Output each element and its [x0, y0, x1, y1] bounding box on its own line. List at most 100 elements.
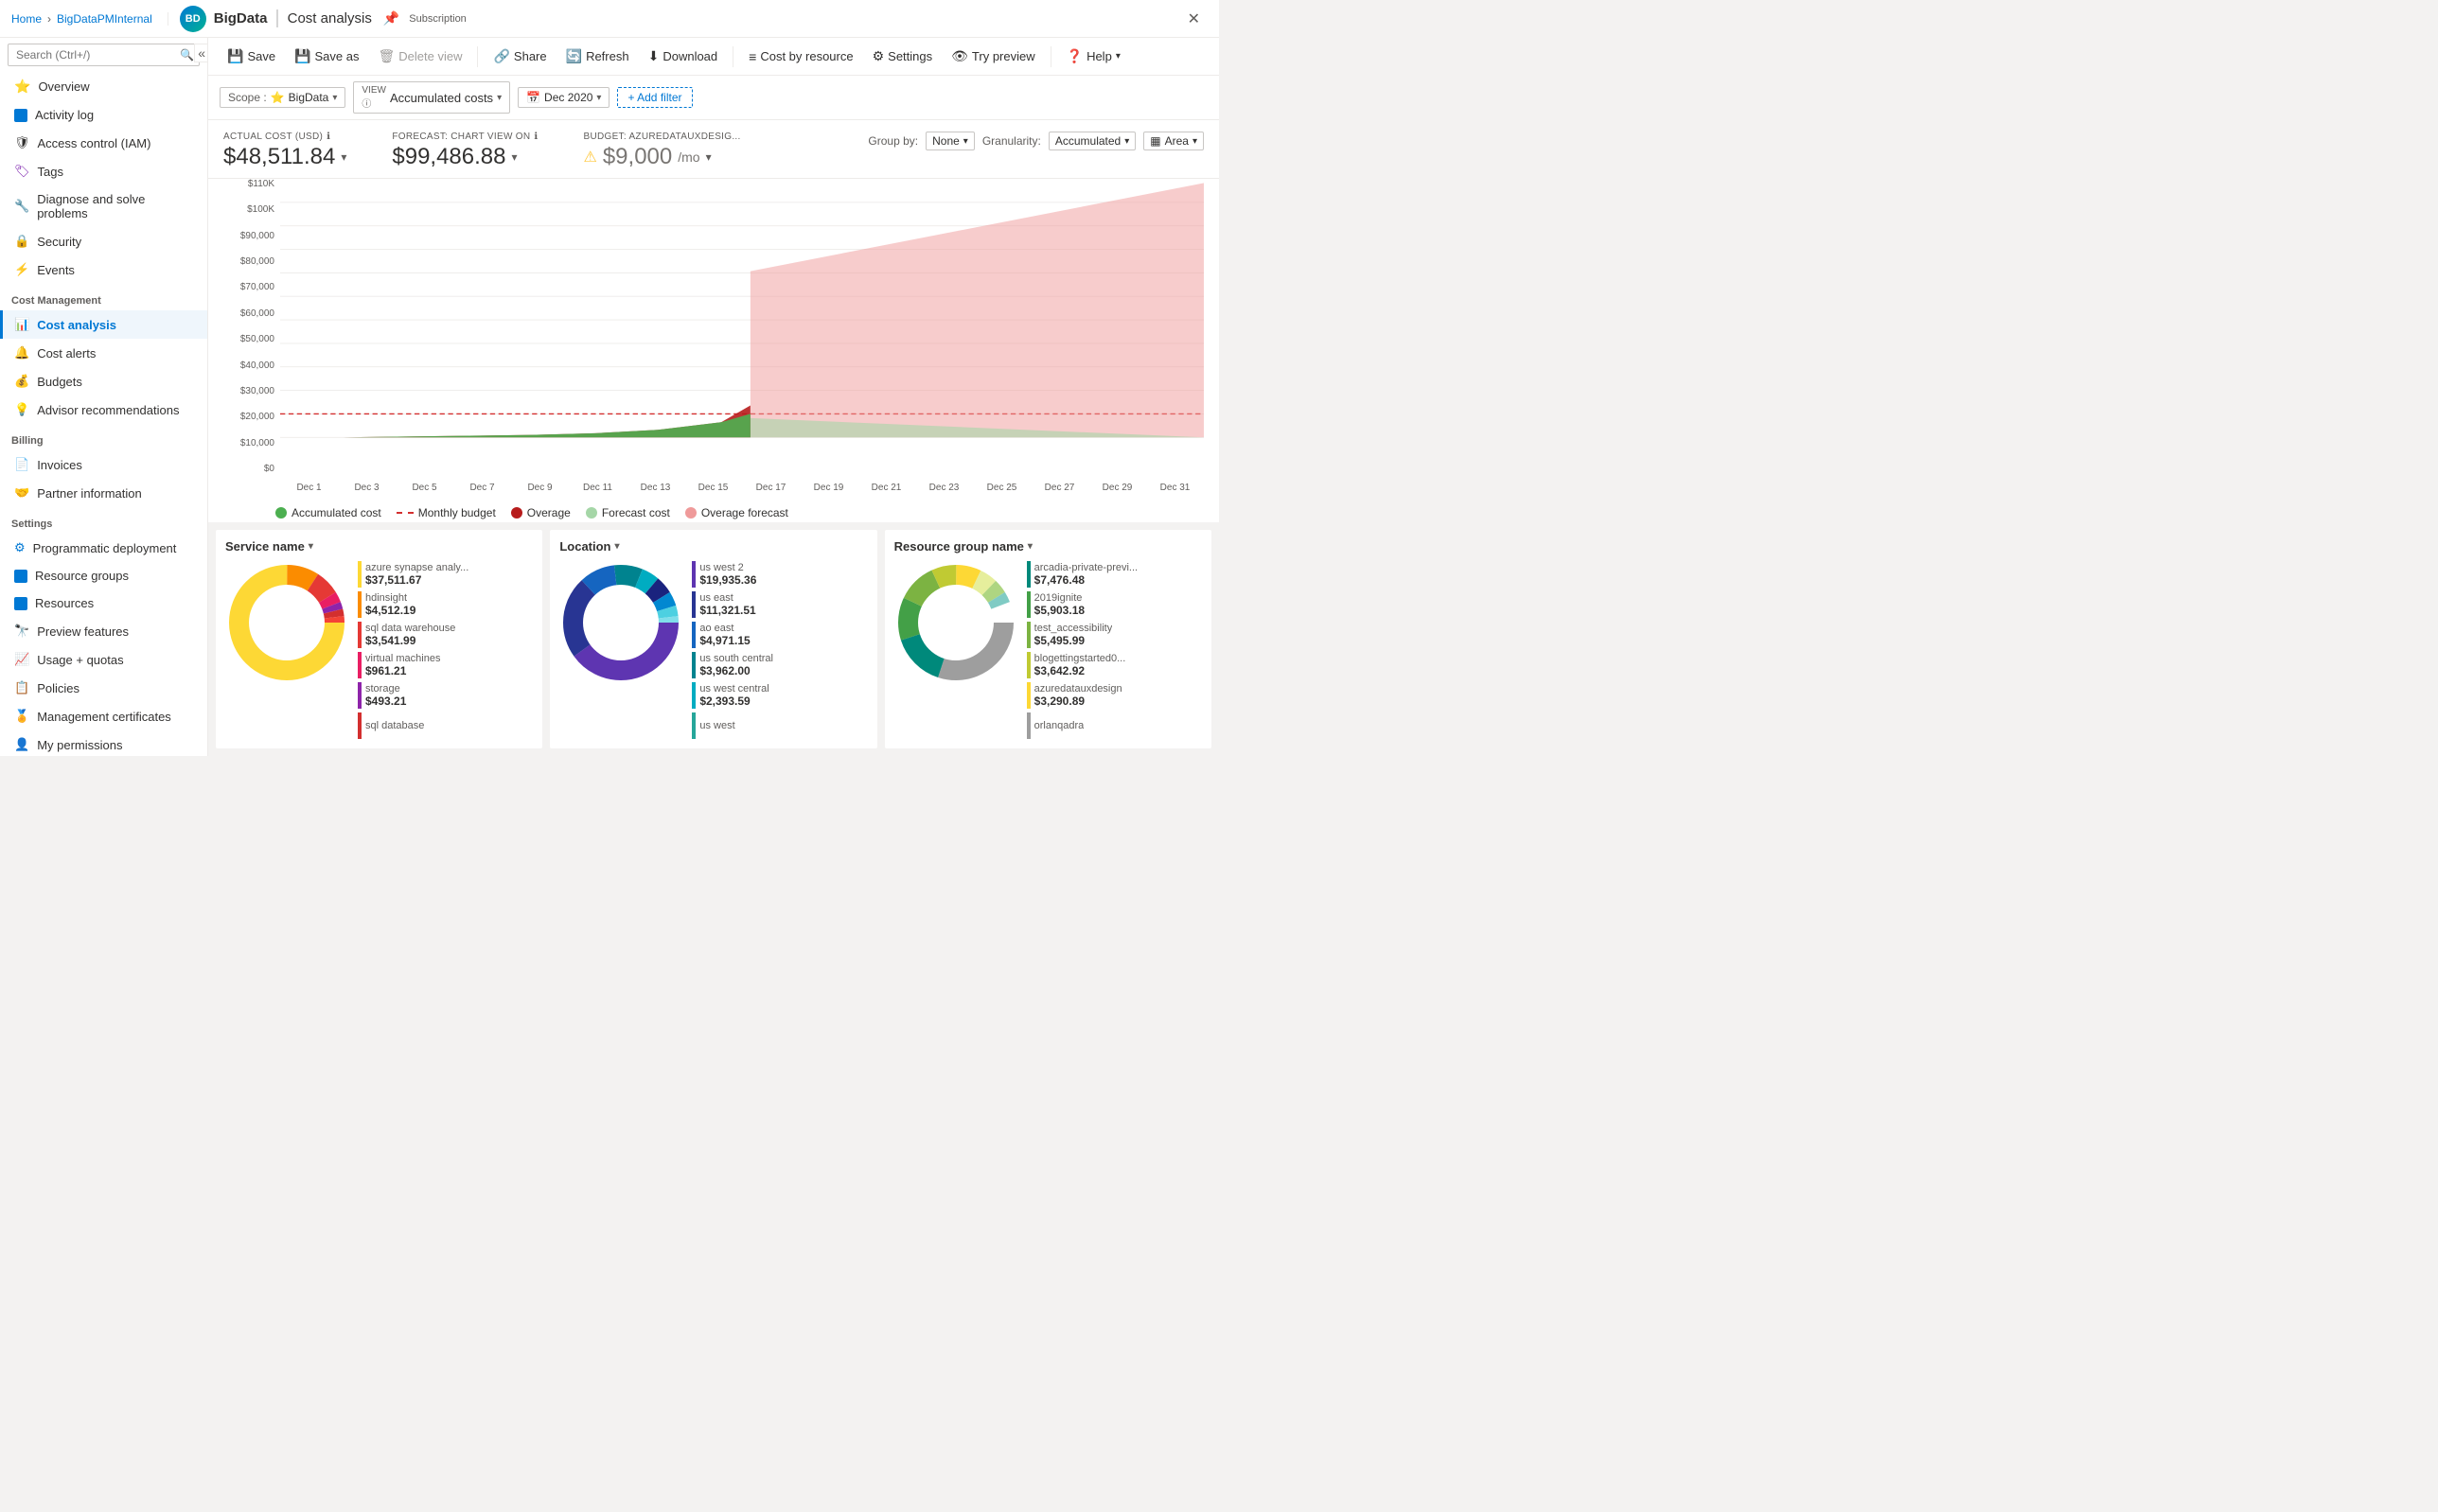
sidebar-item-security[interactable]: 🔒 Security — [0, 227, 207, 255]
add-filter-button[interactable]: + Add filter — [617, 87, 692, 108]
date-picker[interactable]: 📅 Dec 2020 ▾ — [518, 87, 610, 108]
service-donut — [225, 561, 348, 687]
sidebar-item-preview-features[interactable]: 🔭 Preview features — [0, 617, 207, 645]
forecast-label: FORECAST: CHART VIEW ON ℹ — [392, 132, 538, 142]
rg-icon — [14, 570, 27, 583]
activity-log-icon — [14, 109, 27, 122]
sidebar-item-programmatic[interactable]: ⚙ Programmatic deployment — [0, 534, 207, 562]
help-icon: ❓ — [1067, 48, 1083, 64]
actual-info-icon[interactable]: ℹ — [327, 132, 330, 142]
forecast-info-icon[interactable]: ℹ — [534, 132, 538, 142]
breadcrumb-sub[interactable]: BigDataPMInternal — [57, 12, 152, 26]
save-as-button[interactable]: 💾 Save as — [287, 44, 366, 69]
group-by-select[interactable]: None ▾ — [926, 132, 975, 150]
refresh-icon: 🔄 — [566, 48, 582, 64]
sidebar: 🔍 « ⭐ Overview Activity log 🛡 Access con… — [0, 38, 208, 756]
try-preview-button[interactable]: 👁 Try preview — [944, 44, 1042, 69]
sidebar-item-invoices[interactable]: 📄 Invoices — [0, 450, 207, 479]
area-select[interactable]: ▦ Area ▾ — [1143, 132, 1204, 150]
sidebar-item-resources[interactable]: Resources — [0, 589, 207, 617]
forecast-dot — [586, 507, 597, 519]
resources-icon — [14, 597, 27, 610]
metrics-bar: ACTUAL COST (USD) ℹ $48,511.84 ▾ FORECAS… — [208, 120, 1219, 179]
budgets-icon: 💰 — [14, 374, 29, 389]
sidebar-item-events[interactable]: ⚡ Events — [0, 255, 207, 284]
sidebar-item-advisor[interactable]: 💡 Advisor recommendations — [0, 396, 207, 424]
sidebar-item-resource-groups[interactable]: Resource groups — [0, 562, 207, 589]
sidebar-item-usage-quotas[interactable]: 📈 Usage + quotas — [0, 645, 207, 674]
group-by-chevron: ▾ — [963, 136, 968, 147]
settings-button[interactable]: ⚙ Settings — [865, 44, 941, 69]
delete-icon: 🗑 — [379, 48, 396, 64]
toolbar-sep1 — [477, 46, 478, 67]
cost-analysis-icon: 📊 — [14, 317, 29, 332]
help-button[interactable]: ❓ Help ▾ — [1059, 44, 1128, 69]
try-preview-icon: 👁 — [951, 48, 968, 64]
pin-icon[interactable]: 📌 — [383, 10, 399, 26]
service-chart-title[interactable]: Service name ▾ — [225, 539, 533, 554]
location-chart-title[interactable]: Location ▾ — [559, 539, 867, 554]
budget-metric: BUDGET: AZUREDATAUXDESIG... ⚠ $9,000 /mo… — [583, 132, 740, 170]
usage-icon: 📈 — [14, 652, 29, 667]
collapse-icon[interactable]: « — [194, 44, 208, 62]
rg-chevron-icon: ▾ — [1028, 541, 1033, 552]
sidebar-item-mgmt-certs[interactable]: 🏅 Management certificates — [0, 702, 207, 730]
group-by-label: Group by: — [868, 134, 918, 148]
sidebar-item-tags[interactable]: 🏷 Tags — [0, 157, 207, 185]
preview-icon: 🔭 — [14, 624, 29, 639]
actual-cost-label: ACTUAL COST (USD) ℹ — [223, 132, 346, 142]
resource-group-title[interactable]: Resource group name ▾ — [894, 539, 1202, 554]
save-icon: 💾 — [227, 48, 243, 64]
sidebar-item-activity-log[interactable]: Activity log — [0, 101, 207, 129]
overview-icon: ⭐ — [14, 79, 30, 95]
close-button[interactable]: ✕ — [1180, 6, 1208, 32]
sidebar-item-partner-info[interactable]: 🤝 Partner information — [0, 479, 207, 507]
area-chevron: ▾ — [1192, 136, 1197, 147]
location-chart-card: Location ▾ — [550, 530, 876, 748]
granularity-select[interactable]: Accumulated ▾ — [1049, 132, 1136, 150]
download-button[interactable]: ⬇ Download — [641, 44, 726, 69]
resource-group-legend: arcadia-private-previ... $7,476.48 2019i… — [1027, 561, 1138, 739]
sidebar-item-diagnose[interactable]: 🔧 Diagnose and solve problems — [0, 185, 207, 227]
legend-budget: Monthly budget — [397, 506, 496, 519]
actual-cost-value[interactable]: $48,511.84 ▾ — [223, 144, 346, 170]
scope-icon: ⭐ — [271, 91, 285, 104]
chart-svg — [280, 179, 1204, 439]
scope-chevron: ▾ — [332, 93, 337, 103]
certs-icon: 🏅 — [14, 709, 29, 724]
overage-dot — [511, 507, 522, 519]
scope-label: Scope : — [228, 91, 267, 104]
refresh-button[interactable]: 🔄 Refresh — [558, 44, 637, 69]
save-as-icon: 💾 — [294, 48, 310, 64]
save-button[interactable]: 💾 Save — [220, 44, 283, 69]
sidebar-item-cost-alerts[interactable]: 🔔 Cost alerts — [0, 339, 207, 367]
delete-view-button[interactable]: 🗑 Delete view — [371, 44, 470, 69]
chart-area: $110K $100K $90,000 $80,000 $70,000 $60,… — [208, 179, 1219, 522]
location-legend: us west 2 $19,935.36 us east $11,321.51 — [692, 561, 773, 739]
scope-pill[interactable]: Scope : ⭐ BigData ▾ — [220, 87, 345, 108]
budget-label: BUDGET: AZUREDATAUXDESIG... — [583, 132, 740, 142]
legend-accumulated: Accumulated cost — [275, 506, 381, 519]
calendar-icon: 📅 — [526, 91, 540, 104]
view-selector[interactable]: VIEW ⓘ Accumulated costs ▾ — [353, 81, 510, 114]
sidebar-item-cost-analysis[interactable]: 📊 Cost analysis — [0, 310, 207, 339]
cost-by-resource-button[interactable]: ≡ Cost by resource — [741, 44, 860, 69]
forecast-value[interactable]: $99,486.88 ▾ — [392, 144, 538, 170]
budget-line — [397, 512, 414, 514]
sidebar-item-my-permissions[interactable]: 👤 My permissions — [0, 730, 207, 756]
sidebar-item-overview[interactable]: ⭐ Overview — [0, 72, 207, 101]
location-donut — [559, 561, 682, 687]
breadcrumb: Home › BigDataPMInternal — [11, 12, 168, 26]
sidebar-item-policies[interactable]: 📋 Policies — [0, 674, 207, 702]
sidebar-item-budgets[interactable]: 💰 Budgets — [0, 367, 207, 396]
app-title: BigData — [214, 10, 268, 26]
events-icon: ⚡ — [14, 262, 29, 277]
date-value: Dec 2020 — [544, 91, 592, 104]
share-button[interactable]: 🔗 Share — [486, 44, 554, 69]
view-value-text: Accumulated costs — [390, 91, 493, 105]
search-input[interactable] — [8, 44, 200, 66]
breadcrumb-home[interactable]: Home — [11, 12, 42, 26]
budget-value[interactable]: ⚠ $9,000 /mo ▾ — [583, 144, 740, 170]
sidebar-item-access-control[interactable]: 🛡 Access control (IAM) — [0, 129, 207, 157]
breadcrumb-sep1: › — [47, 12, 51, 26]
